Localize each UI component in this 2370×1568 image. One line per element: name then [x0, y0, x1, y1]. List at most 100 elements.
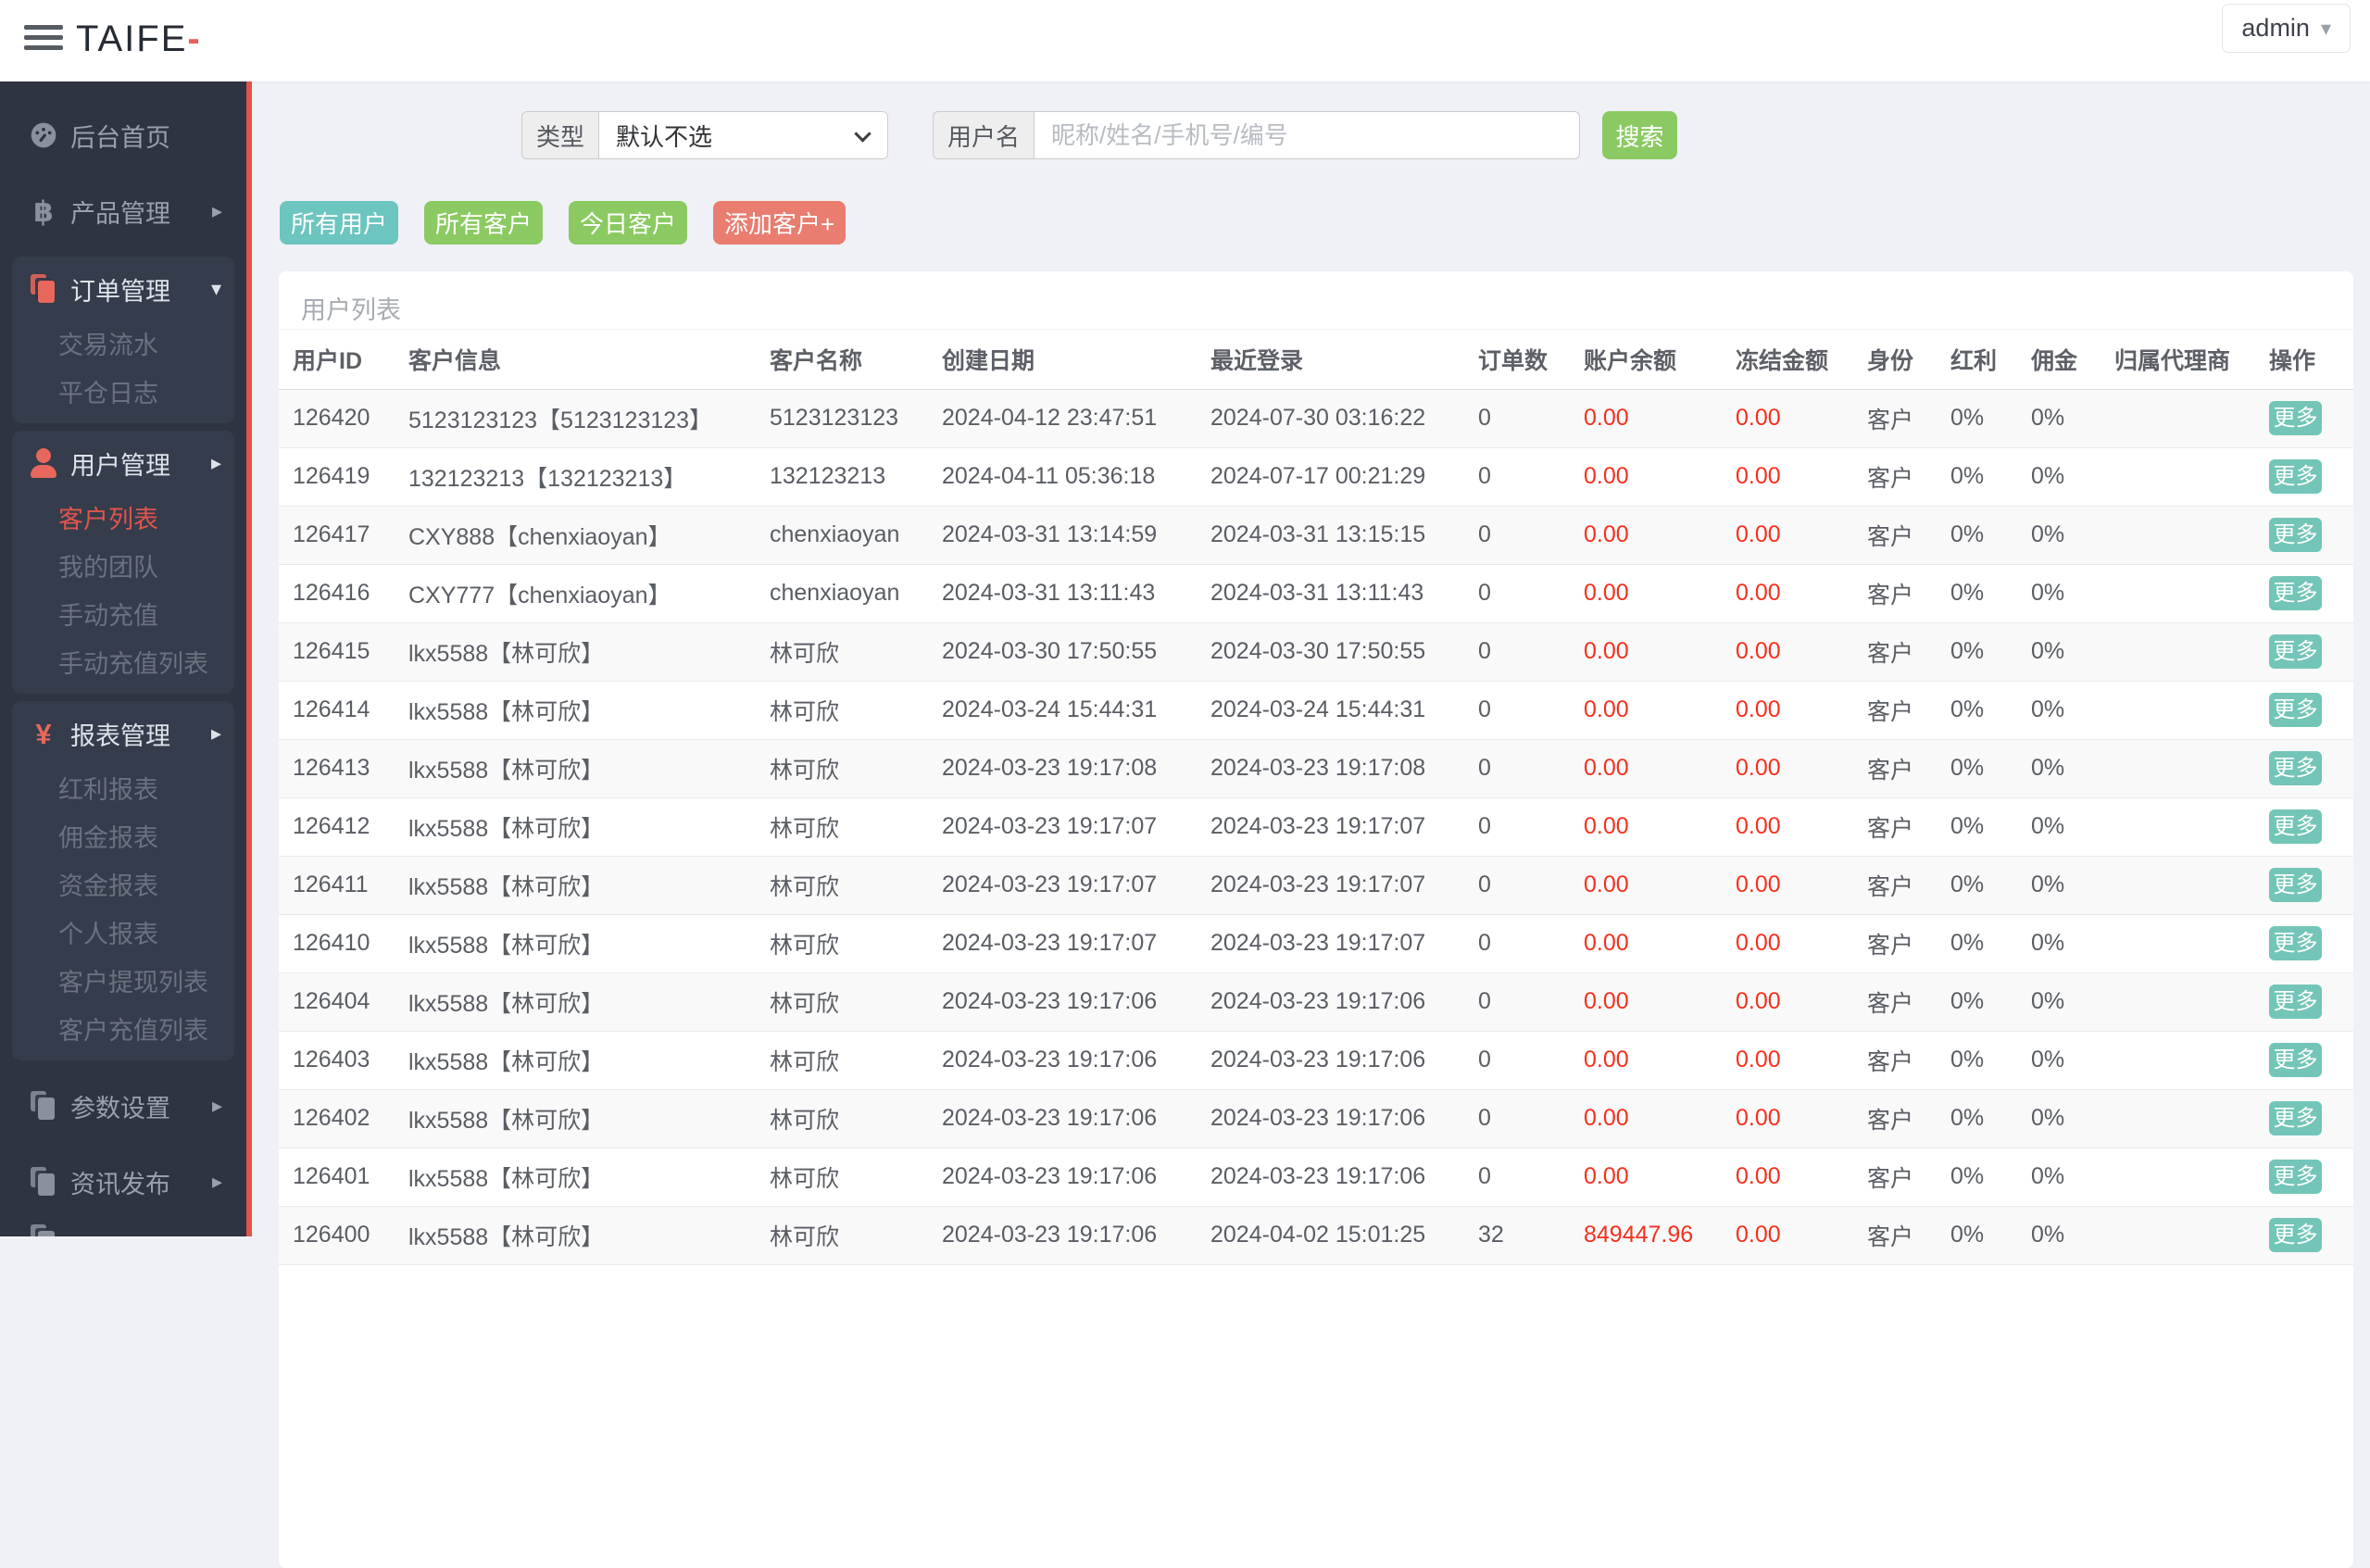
cell-agent	[2114, 564, 2269, 623]
cell-bonus: 0%	[1950, 1148, 2031, 1207]
cell-commission: 0%	[2031, 739, 2114, 798]
all-users-button[interactable]: 所有用户	[280, 201, 399, 245]
cell-frozen: 0.00	[1736, 389, 1867, 448]
add-customer-button[interactable]: 添加客户+	[713, 201, 846, 245]
sidebar-item-parameter-settings[interactable]: 参数设置 ▸	[0, 1068, 246, 1144]
more-button[interactable]: 更多	[2269, 401, 2322, 435]
username-input[interactable]	[1034, 111, 1581, 159]
cell-commission: 0%	[2031, 389, 2114, 448]
more-button[interactable]: 更多	[2269, 1160, 2322, 1194]
cell-customer-name: 林可欣	[770, 797, 942, 857]
top-header: TAIFE- admin ▾	[0, 0, 2370, 82]
sidebar-item-dashboard[interactable]: 后台首页	[0, 97, 246, 173]
cell-actions: 更多	[2269, 506, 2353, 565]
panel-title: 用户列表	[279, 271, 2353, 330]
cell-frozen: 0.00	[1736, 797, 1867, 857]
cell-bonus: 0%	[1950, 622, 2031, 682]
more-button[interactable]: 更多	[2269, 809, 2322, 844]
cell-actions: 更多	[2269, 1206, 2353, 1265]
cell-customer-name: 林可欣	[770, 856, 942, 915]
user-list-panel: 用户列表 用户ID 客户信息 客户名称 创建日期 最近登录 订单数 账户余额 冻…	[279, 271, 2353, 1568]
cell-agent	[2114, 1206, 2269, 1265]
more-button[interactable]: 更多	[2269, 459, 2322, 494]
col-user-id: 用户ID	[279, 330, 408, 390]
cell-customer-info: lkx5588【林可欣】	[408, 856, 770, 915]
sidebar-item-withdraw-list[interactable]: 客户提现列表	[12, 959, 234, 1007]
logo-text: TAIFE	[76, 19, 188, 59]
sidebar-item-user-management[interactable]: 用户管理 ▸	[12, 431, 234, 495]
sidebar-item-dividend-report[interactable]: 红利报表	[12, 766, 234, 814]
user-menu-button[interactable]: admin ▾	[2222, 4, 2351, 53]
sidebar-item-close-log[interactable]: 平仓日志	[12, 370, 234, 418]
sidebar-item-customer-list[interactable]: 客户列表	[12, 495, 234, 544]
more-button[interactable]: 更多	[2269, 576, 2322, 610]
cell-bonus: 0%	[1950, 447, 2031, 507]
sidebar-item-partial[interactable]	[0, 1201, 246, 1236]
more-button[interactable]: 更多	[2269, 518, 2322, 552]
sidebar-item-report-management[interactable]: ¥ 报表管理 ▸	[12, 701, 234, 766]
sidebar-item-my-team[interactable]: 我的团队	[12, 544, 234, 592]
sidebar-group-orders: 订单管理 ▾ 交易流水 平仓日志	[12, 257, 234, 423]
cell-actions: 更多	[2269, 739, 2353, 798]
user-menu-label: admin	[2241, 14, 2310, 42]
type-filter-select[interactable]: 默认不选	[598, 111, 889, 159]
cell-user-id: 126400	[279, 1206, 408, 1265]
filter-bar: 类型 默认不选 用户名 搜索	[521, 111, 2370, 159]
cell-actions: 更多	[2269, 914, 2353, 973]
cell-last-login: 2024-03-31 13:11:43	[1210, 564, 1478, 623]
chevron-down-icon: ▾	[210, 277, 221, 300]
more-button[interactable]: 更多	[2269, 1218, 2322, 1252]
cell-user-id: 126414	[279, 681, 408, 740]
more-button[interactable]: 更多	[2269, 751, 2322, 785]
search-button[interactable]: 搜索	[1602, 111, 1678, 159]
cell-commission: 0%	[2031, 914, 2114, 973]
cell-commission: 0%	[2031, 564, 2114, 623]
more-button[interactable]: 更多	[2269, 926, 2322, 960]
sidebar-group-reports: ¥ 报表管理 ▸ 红利报表 佣金报表 资金报表 个人报表 客户提现列表 客户充值…	[12, 701, 234, 1060]
cell-order-count: 0	[1478, 389, 1584, 448]
sidebar-item-orders[interactable]: 订单管理 ▾	[12, 257, 234, 321]
sidebar-item-recharge-list[interactable]: 客户充值列表	[12, 1007, 234, 1055]
sidebar-item-personal-report[interactable]: 个人报表	[12, 910, 234, 959]
sidebar-item-funds-report[interactable]: 资金报表	[12, 862, 234, 910]
cell-created-date: 2024-03-23 19:17:06	[942, 972, 1210, 1032]
cell-role: 客户	[1867, 1206, 1950, 1265]
type-filter-group: 类型 默认不选	[521, 111, 889, 159]
sidebar-item-label: 用户管理	[70, 451, 170, 480]
cell-balance: 0.00	[1584, 447, 1736, 507]
more-button[interactable]: 更多	[2269, 693, 2322, 727]
cell-customer-info: lkx5588【林可欣】	[408, 1089, 770, 1148]
table-row: 126419 132123213【132123213】 132123213 20…	[279, 447, 2353, 507]
cell-commission: 0%	[2031, 1206, 2114, 1265]
cell-order-count: 0	[1478, 856, 1584, 915]
cell-agent	[2114, 739, 2269, 798]
sidebar-item-manual-recharge-list[interactable]: 手动充值列表	[12, 640, 234, 688]
hamburger-menu-icon[interactable]	[24, 25, 63, 56]
sidebar-item-trade-flow[interactable]: 交易流水	[12, 321, 234, 370]
cell-frozen: 0.00	[1736, 856, 1867, 915]
cell-bonus: 0%	[1950, 506, 2031, 565]
more-button[interactable]: 更多	[2269, 1043, 2322, 1077]
cell-balance: 0.00	[1584, 856, 1736, 915]
username-filter-label: 用户名	[933, 111, 1035, 159]
all-customers-button[interactable]: 所有客户	[424, 201, 544, 245]
cell-frozen: 0.00	[1736, 681, 1867, 740]
cell-actions: 更多	[2269, 1148, 2353, 1207]
today-customers-button[interactable]: 今日客户	[569, 201, 688, 245]
cell-user-id: 126403	[279, 1031, 408, 1090]
sidebar-item-commission-report[interactable]: 佣金报表	[12, 814, 234, 862]
more-button[interactable]: 更多	[2269, 1101, 2322, 1135]
dashboard-icon	[28, 119, 59, 151]
cell-agent	[2114, 622, 2269, 682]
cell-frozen: 0.00	[1736, 564, 1867, 623]
sidebar-item-products[interactable]: ฿ 产品管理 ▸	[0, 173, 246, 249]
more-button[interactable]: 更多	[2269, 868, 2322, 902]
table-row: 126413 lkx5588【林可欣】 林可欣 2024-03-23 19:17…	[279, 739, 2353, 798]
cell-balance: 0.00	[1584, 1031, 1736, 1090]
cell-customer-info: CXY777【chenxiaoyan】	[408, 564, 770, 623]
sidebar-item-manual-recharge[interactable]: 手动充值	[12, 592, 234, 640]
chevron-right-icon: ▸	[211, 1094, 222, 1117]
more-button[interactable]: 更多	[2269, 985, 2322, 1019]
more-button[interactable]: 更多	[2269, 634, 2322, 669]
cell-customer-info: lkx5588【林可欣】	[408, 914, 770, 973]
